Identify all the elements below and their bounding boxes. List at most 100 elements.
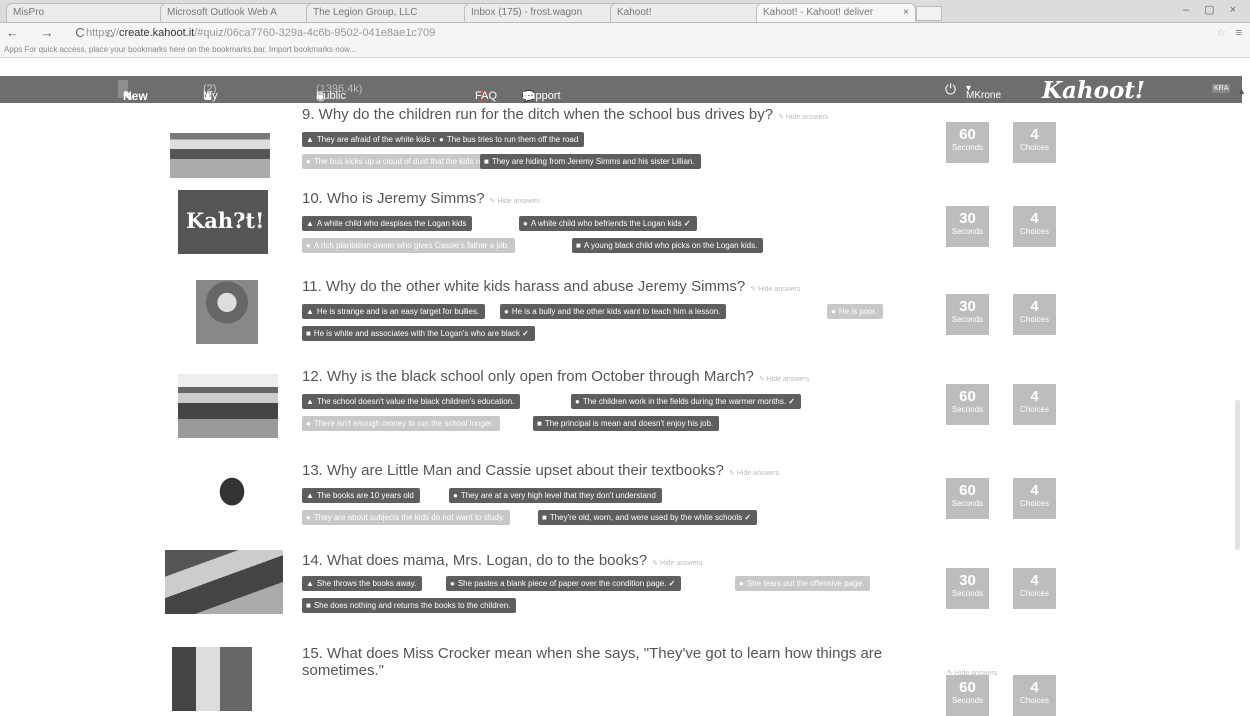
browser-tab-active[interactable]: Kahoot! - Kahoot! deliver × xyxy=(756,3,916,22)
hide-answers-link[interactable]: ✎ Hide answers xyxy=(729,470,779,477)
check-icon: ✓ xyxy=(666,579,676,588)
power-icon[interactable]: ⏻ xyxy=(945,81,956,98)
question-photo xyxy=(165,550,283,614)
browser-tab[interactable]: Inbox (175) - frost.wagon× xyxy=(464,3,624,22)
answer-option[interactable]: ● A white child who befriends the Logan k… xyxy=(519,216,697,231)
answer-option[interactable]: ■ They're old, worn, and were used by the… xyxy=(538,510,758,525)
close-icon[interactable]: × xyxy=(903,4,909,22)
hide-answers-link[interactable]: ✎ Hide answers xyxy=(778,114,828,121)
choices-count-box[interactable]: 4 Choices xyxy=(1013,206,1056,247)
triangle-icon: ▲ xyxy=(306,397,314,406)
answer-option[interactable]: ● He is a bully and the other kids want t… xyxy=(500,304,727,319)
hide-answers-link[interactable]: ✎ Hide answers xyxy=(759,376,809,383)
answer-option[interactable]: ● He is poor. xyxy=(827,304,884,319)
time-limit-box[interactable]: 60 Seconds xyxy=(946,384,989,425)
browser-tab[interactable]: Kahoot!× xyxy=(610,3,770,22)
new-kahoot-button[interactable]: ✎ New K! xyxy=(118,80,148,121)
question-text: 9. Why do the children run for the ditch… xyxy=(302,106,774,123)
scroll-up-icon[interactable]: ▲ xyxy=(1237,86,1246,96)
browser-tab[interactable]: Microsoft Outlook Web A× xyxy=(160,3,320,22)
question-image[interactable] xyxy=(178,374,278,438)
browser-tab[interactable]: MisPro× xyxy=(6,3,176,22)
triangle-icon: ▲ xyxy=(306,135,314,144)
answer-text: The bus kicks up a cloud of dust that th… xyxy=(313,157,482,166)
question-image[interactable] xyxy=(172,647,252,711)
faq-label: FAQ xyxy=(475,90,498,102)
time-limit-box[interactable]: 60 Seconds xyxy=(946,675,989,716)
choices-count-box[interactable]: 4 Choices xyxy=(1013,294,1056,335)
choices-count-box-value: 4 xyxy=(1030,388,1039,405)
question-text: 13. Why are Little Man and Cassie upset … xyxy=(302,462,724,479)
question-photo xyxy=(198,466,266,530)
new-tab-button[interactable] xyxy=(916,6,942,21)
answer-option[interactable]: ■ A young black child who picks on the Lo… xyxy=(572,238,764,253)
answer-option[interactable]: ■ They are hiding from Jeremy Simms and h… xyxy=(480,154,701,169)
circle-icon: ● xyxy=(504,307,509,316)
answer-option[interactable]: ● The bus tries to run them off the road xyxy=(435,132,585,147)
choices-count-box[interactable]: 4 Choices xyxy=(1013,675,1056,716)
hide-answers-link[interactable]: ✎ Hide answers xyxy=(490,198,540,205)
menu-icon[interactable]: ≡ xyxy=(1236,23,1242,43)
choices-count-box[interactable]: 4 Choices xyxy=(1013,568,1056,609)
answer-option[interactable]: ▲ He is strange and is an easy target for… xyxy=(302,304,486,319)
choices-count-box-value: 4 xyxy=(1030,572,1039,589)
answer-text: The bus tries to run them off the road xyxy=(446,135,579,144)
time-limit-box[interactable]: 30 Seconds xyxy=(946,568,989,609)
square-icon: ■ xyxy=(306,601,311,610)
window-controls[interactable]: – ▢ × xyxy=(1183,3,1242,16)
my-kahoots-link[interactable]: ♟ My Kahoots (2) xyxy=(203,83,243,114)
question-image[interactable] xyxy=(165,550,283,614)
square-icon: ■ xyxy=(542,513,547,522)
tab-label: MisPro xyxy=(13,7,45,18)
answer-option[interactable]: ● The children work in the fields during … xyxy=(571,394,801,409)
star-icon[interactable]: ☆ xyxy=(1216,23,1226,43)
answer-option[interactable]: ● They are at a very high level that they… xyxy=(449,488,662,503)
choices-count-box[interactable]: 4 Choices xyxy=(1013,478,1056,519)
question-image[interactable] xyxy=(196,280,258,344)
time-limit-box[interactable]: 30 Seconds xyxy=(946,294,989,335)
time-limit-box-value: 60 xyxy=(959,126,976,143)
circle-icon: ● xyxy=(523,219,528,228)
answer-option[interactable]: ■ He is white and associates with the Log… xyxy=(302,326,535,341)
question-image[interactable]: Kah?t! xyxy=(178,190,268,254)
answer-option[interactable]: ▲ A white child who despises the Logan ki… xyxy=(302,216,473,231)
question-image[interactable] xyxy=(170,114,270,178)
hide-answers-link[interactable]: ✎ Hide answers xyxy=(652,560,702,567)
answer-option[interactable]: ● The bus kicks up a cloud of dust that t… xyxy=(302,154,482,169)
scrollbar-thumb[interactable] xyxy=(1235,400,1240,550)
time-limit-box[interactable]: 30 Seconds xyxy=(946,206,989,247)
question-title: 10. Who is Jeremy Simms? ✎ Hide answers xyxy=(302,190,540,207)
answer-text: She pastes a blank piece of paper over t… xyxy=(457,579,667,588)
answer-option[interactable]: ● She pastes a blank piece of paper over … xyxy=(446,576,682,591)
circle-icon: ● xyxy=(450,579,455,588)
choices-count-box-value: 4 xyxy=(1030,210,1039,227)
answer-option[interactable]: ▲ The books are 10 years old xyxy=(302,488,420,503)
answer-option[interactable]: ■ The principal is mean and doesn't enjoy… xyxy=(533,416,720,431)
question-image[interactable] xyxy=(198,466,266,530)
tab-label: Microsoft Outlook Web A xyxy=(167,7,277,18)
answer-option[interactable]: ● A rich plantation owner who gives Cassi… xyxy=(302,238,516,253)
answer-option[interactable]: ● She tears out the offensive page. xyxy=(735,576,871,591)
triangle-icon: ▲ xyxy=(306,579,314,588)
url-field[interactable]: https://create.kahoot.it/#quiz/06ca7760-… xyxy=(86,23,435,43)
time-limit-box[interactable]: 60 Seconds xyxy=(946,478,989,519)
time-limit-box-value: 60 xyxy=(959,388,976,405)
choices-count-box[interactable]: 4 Choices xyxy=(1013,122,1056,163)
user-menu[interactable]: MKrone ▾ xyxy=(966,83,1001,101)
url-path: /#quiz/06ca7760-329a-4c6b-9502-041e8ae1c… xyxy=(194,27,436,39)
choices-count-box-label: Choices xyxy=(1020,143,1049,152)
answer-option[interactable]: ● There isn't enough money to run the sch… xyxy=(302,416,500,431)
bookmarks-bar: Apps For quick access, place your bookma… xyxy=(0,43,1250,58)
choices-count-box-label: Choices xyxy=(1020,696,1049,705)
answer-option[interactable]: ■ She does nothing and returns the books … xyxy=(302,598,517,613)
answer-option[interactable]: ● They are about subjects the kids do not… xyxy=(302,510,511,525)
browser-tab[interactable]: The Legion Group, LLC× xyxy=(306,3,480,22)
choices-count-box[interactable]: 4 Choices xyxy=(1013,384,1056,425)
public-kahoots-link[interactable]: ◉ Public Kahoots (1396.4k) xyxy=(316,83,362,114)
hide-answers-link[interactable]: ✎ Hide answers xyxy=(750,286,800,293)
time-limit-box[interactable]: 60 Seconds xyxy=(946,122,989,163)
question-photo xyxy=(170,114,270,178)
answer-option[interactable]: ▲ She throws the books away. xyxy=(302,576,423,591)
answer-text: She throws the books away. xyxy=(316,579,417,588)
answer-option[interactable]: ▲ The school doesn't value the black chil… xyxy=(302,394,521,409)
